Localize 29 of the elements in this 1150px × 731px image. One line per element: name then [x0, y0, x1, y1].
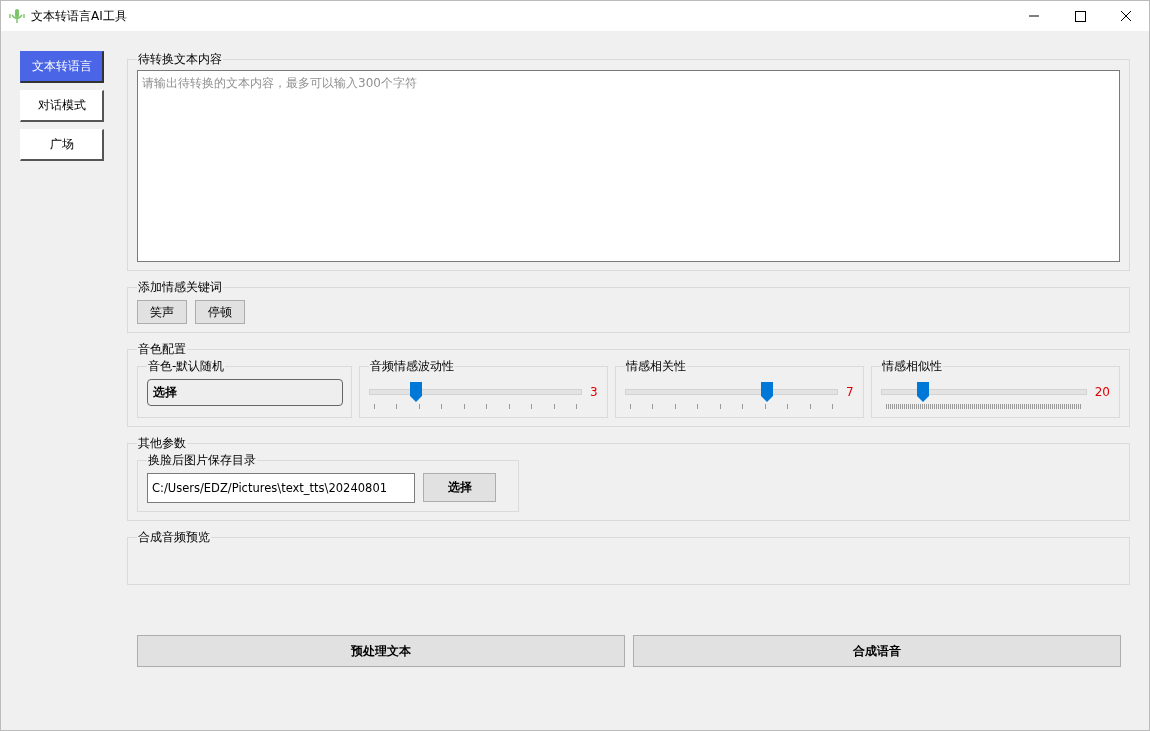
group-title: 情感相似性: [881, 358, 943, 375]
nav-tab[interactable]: 广场: [20, 129, 104, 161]
action-button[interactable]: 合成语音: [633, 635, 1121, 667]
window-title: 文本转语言AI工具: [31, 7, 127, 25]
group-title: 待转换文本内容: [137, 51, 223, 68]
slider-value: 7: [846, 385, 854, 399]
nav-tab[interactable]: 对话模式: [20, 90, 104, 122]
keyword-button[interactable]: 停顿: [195, 300, 245, 324]
slider-thumb[interactable]: [760, 382, 773, 402]
keyword-button[interactable]: 笑声: [137, 300, 187, 324]
microphone-icon: [9, 8, 25, 24]
slider-thumb[interactable]: [916, 382, 929, 402]
group-title: 合成音频预览: [137, 529, 211, 546]
text-input-field[interactable]: 请输出待转换的文本内容，最多可以输入300个字符: [137, 70, 1120, 262]
path-input-field[interactable]: C:/Users/EDZ/Pictures\text_tts\20240801: [147, 473, 415, 503]
group-title: 换脸后图片保存目录: [147, 452, 257, 469]
slider-value: 3: [590, 385, 598, 399]
select-button[interactable]: 选择: [423, 473, 496, 502]
slider-value: 20: [1094, 385, 1110, 399]
group-title: 音频情感波动性: [369, 358, 455, 375]
group-title: 添加情感关键词: [137, 279, 223, 296]
select-button[interactable]: 选择: [147, 379, 343, 406]
group-title: 其他参数: [137, 435, 187, 452]
action-button[interactable]: 预处理文本: [137, 635, 625, 667]
group-title: 音色-默认随机: [147, 358, 226, 375]
group-title: 音色配置: [137, 341, 187, 358]
group-title: 情感相关性: [625, 358, 687, 375]
slider-thumb[interactable]: [410, 382, 423, 402]
nav-tab[interactable]: 文本转语言: [20, 51, 104, 83]
